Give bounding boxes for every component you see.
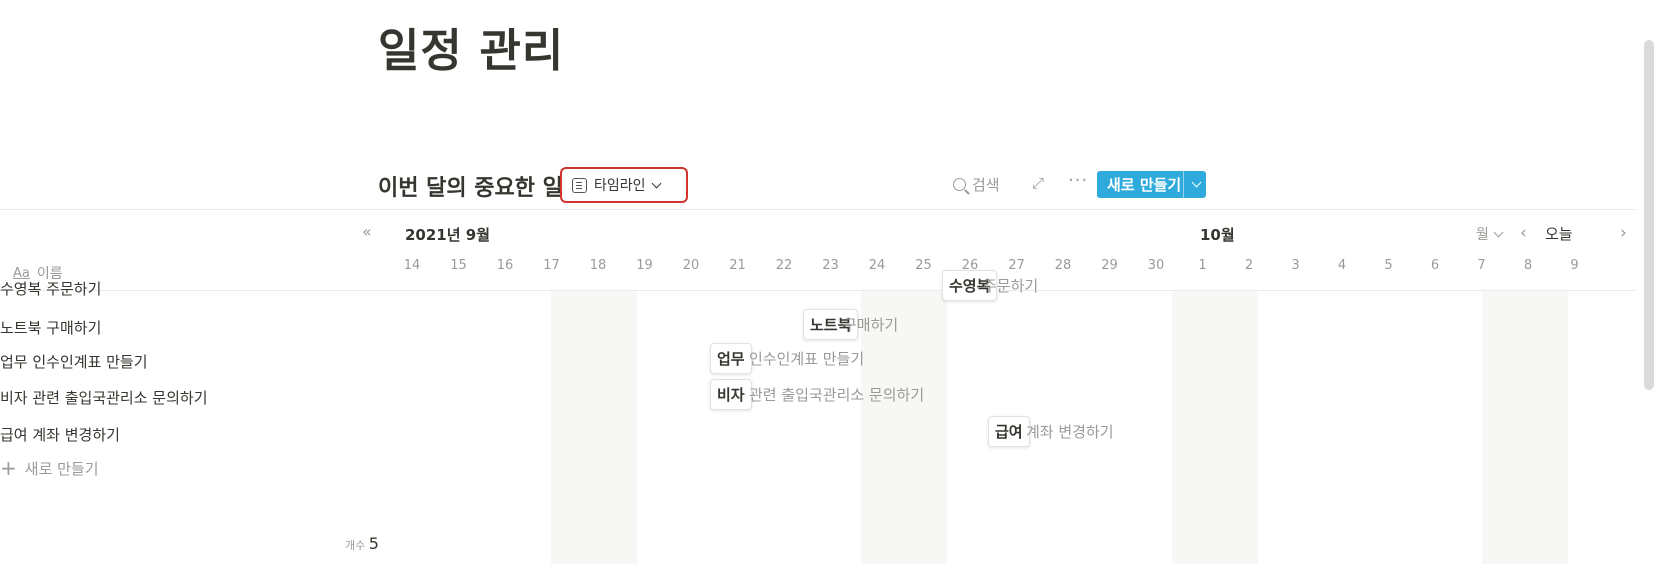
chevron-down-icon: [1493, 227, 1504, 237]
timeline-day-label: 21: [729, 258, 746, 273]
timeline-day-label: 29: [1101, 258, 1118, 273]
table-row[interactable]: 비자 관련 출입국관리소 문의하기: [0, 377, 395, 417]
weekend-column: [1482, 290, 1568, 564]
timeline-item-title: 구매하기: [843, 316, 899, 334]
timeline-day-label: 2: [1244, 258, 1254, 273]
timeline-day-label: 5: [1384, 258, 1393, 273]
add-row-button[interactable]: + 새로 만들기: [0, 448, 395, 488]
plus-icon: +: [0, 456, 17, 480]
new-button-dropdown[interactable]: [1183, 171, 1208, 198]
count-value: 5: [368, 534, 379, 553]
chevron-right-icon[interactable]: ›: [1620, 223, 1627, 243]
view-switcher[interactable]: 타임라인: [560, 167, 688, 203]
timeline-day-label: 6: [1430, 258, 1440, 273]
item-chip-label: 업무: [717, 350, 745, 368]
timeline-day-label: 9: [1570, 258, 1579, 273]
timeline-day-label: 28: [1054, 258, 1072, 273]
database-title[interactable]: 이번 달의 중요한 일: [378, 170, 563, 202]
timeline-item[interactable]: 급여: [988, 416, 1030, 447]
view-label: 타임라인: [594, 178, 646, 194]
search-icon: [953, 178, 966, 191]
chevron-down-icon: [1191, 177, 1201, 188]
timeline-month-label: 2021년 9월: [405, 226, 491, 244]
count-label: 개수: [345, 539, 366, 552]
timeline-view-icon: [572, 177, 587, 193]
timeline-day-label: 15: [450, 258, 467, 273]
more-icon[interactable]: ···: [1068, 170, 1088, 191]
zoom-select[interactable]: 월: [1476, 224, 1504, 244]
timeline-day-label: 25: [915, 258, 932, 273]
timeline-day-label: 24: [868, 258, 886, 273]
add-row-label: 새로 만들기: [24, 459, 99, 478]
chevron-down-icon: [651, 178, 661, 188]
timeline-item[interactable]: 비자: [710, 379, 752, 410]
timeline-day-label: 3: [1291, 258, 1300, 273]
row-name: 수영복 주문하기: [0, 279, 102, 298]
timeline-day-label: 4: [1337, 258, 1347, 273]
timeline-item-title: 인수인계표 만들기: [749, 350, 865, 368]
timeline-day-label: 23: [822, 258, 839, 273]
row-name: 업무 인수인계표 만들기: [0, 352, 148, 371]
weekend-column: [1172, 290, 1258, 564]
timeline-day-label: 14: [403, 258, 421, 273]
timeline-day-label: 20: [682, 258, 700, 273]
timeline-day-label: 17: [543, 258, 560, 273]
weekend-column: [551, 290, 637, 564]
timeline-day-label: 30: [1147, 258, 1165, 273]
page-title: 일정 관리: [378, 24, 565, 77]
item-chip-label: 비자: [717, 386, 745, 404]
row-name: 비자 관련 출입국관리소 문의하기: [0, 388, 208, 407]
today-button[interactable]: 오늘: [1545, 223, 1573, 244]
timeline-day-label: 22: [775, 258, 793, 273]
new-button-label: 새로 만들기: [1107, 176, 1182, 194]
search-button[interactable]: 검색: [953, 174, 1000, 195]
row-name: 노트북 구매하기: [0, 318, 102, 337]
search-label: 검색: [972, 176, 1000, 194]
timeline-item-title: 주문하기: [983, 277, 1039, 295]
timeline-day-label: 18: [589, 258, 607, 273]
timeline-item-title: 계좌 변경하기: [1026, 423, 1114, 441]
timeline-day-label: 16: [496, 258, 514, 273]
timeline-day-label: 19: [636, 258, 653, 273]
chevron-left-icon[interactable]: ‹: [1520, 223, 1527, 243]
timeline-day-label: 8: [1523, 258, 1533, 273]
scrollbar[interactable]: [1644, 40, 1654, 390]
timeline-item-title: 관련 출입국관리소 문의하기: [749, 386, 925, 404]
timeline-day-label: 1: [1198, 258, 1207, 273]
expand-icon[interactable]: ⤢: [1032, 174, 1044, 192]
collapse-panel-icon[interactable]: «: [362, 222, 372, 241]
zoom-label: 월: [1476, 227, 1489, 243]
timeline-next-month-label: 10월: [1200, 226, 1235, 244]
row-name: 급여 계좌 변경하기: [0, 425, 120, 444]
divider: [0, 209, 1636, 210]
table-row[interactable]: 업무 인수인계표 만들기: [0, 341, 395, 381]
table-row[interactable]: 수영복 주문하기: [0, 268, 395, 308]
timeline-day-label: 7: [1477, 258, 1486, 273]
timeline-item[interactable]: 업무: [710, 343, 752, 374]
row-count: 개수 5: [345, 534, 379, 553]
item-chip-label: 급여: [995, 423, 1023, 441]
